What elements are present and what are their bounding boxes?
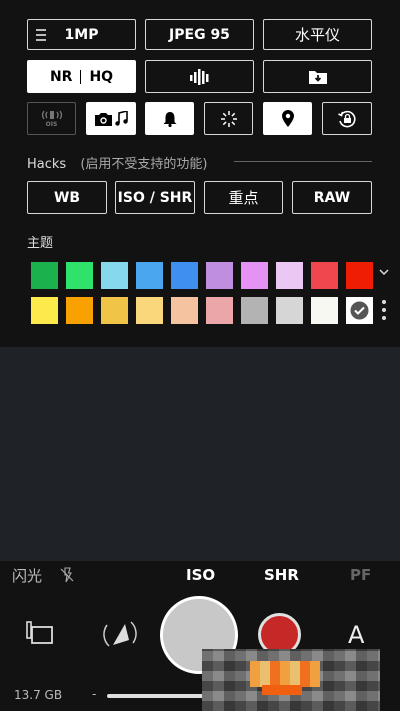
sunburst-icon xyxy=(220,110,238,128)
raw-label: RAW xyxy=(313,189,351,206)
theme-swatch[interactable] xyxy=(136,297,163,324)
check-icon xyxy=(350,301,369,320)
switch-camera-icon[interactable] xyxy=(99,613,141,655)
hacks-divider xyxy=(234,161,372,162)
nr-label: NR xyxy=(49,68,73,85)
viewfinder[interactable] xyxy=(0,347,400,561)
theme-swatch-selected[interactable] xyxy=(346,297,373,324)
jpeg-quality-button[interactable]: JPEG 95 xyxy=(145,19,254,50)
level-label: 水平仪 xyxy=(294,26,340,44)
flash-off-icon[interactable] xyxy=(60,567,74,583)
zoom-slider[interactable] xyxy=(107,694,207,698)
theme-swatch[interactable] xyxy=(31,262,58,289)
theme-swatch[interactable] xyxy=(136,262,163,289)
theme-swatch[interactable] xyxy=(171,297,198,324)
save-location-button[interactable] xyxy=(263,60,372,93)
ois-shake-icon xyxy=(40,109,64,121)
timer-button[interactable] xyxy=(204,102,253,135)
bell-icon xyxy=(163,111,177,127)
settings-panel: 1MP JPEG 95 水平仪 NR HQ OIS Hacks (启用不受支持的… xyxy=(0,0,400,347)
hq-label: HQ xyxy=(89,68,114,85)
rotation-lock-icon xyxy=(337,109,357,129)
photo-with-sound-button[interactable] xyxy=(86,102,136,135)
hacks-subtitle: (启用不受支持的功能) xyxy=(80,157,208,172)
zoom-dash: - xyxy=(92,687,97,701)
nr-hq-divider xyxy=(80,69,82,84)
resolution-button[interactable]: 1MP xyxy=(27,19,136,50)
wb-label: WB xyxy=(53,189,81,206)
theme-swatch[interactable] xyxy=(101,262,128,289)
pf-control[interactable]: PF xyxy=(350,566,371,584)
camera-music-icon xyxy=(94,110,128,127)
location-pin-icon xyxy=(281,110,294,127)
download-folder-icon xyxy=(308,69,327,84)
theme-swatch[interactable] xyxy=(31,297,58,324)
chevron-down-icon[interactable] xyxy=(379,269,389,276)
theme-swatch[interactable] xyxy=(241,262,268,289)
resolution-label: 1MP xyxy=(64,26,99,43)
focus-label: 重点 xyxy=(228,189,259,207)
obscured-region xyxy=(202,649,380,711)
more-vert-icon[interactable] xyxy=(381,299,387,321)
rotation-lock-button[interactable] xyxy=(322,102,372,135)
audio-levels-button[interactable] xyxy=(145,60,254,93)
resolution-icon xyxy=(36,28,46,42)
iso-shr-hack-button[interactable]: ISO / SHR xyxy=(115,181,195,214)
nr-hq-button[interactable]: NR HQ xyxy=(27,60,136,93)
ois-label: OIS xyxy=(45,121,58,128)
focus-hack-button[interactable]: 重点 xyxy=(204,181,283,214)
gallery-icon[interactable] xyxy=(26,621,54,645)
wb-hack-button[interactable]: WB xyxy=(27,181,107,214)
theme-swatch[interactable] xyxy=(171,262,198,289)
shutter-sound-button[interactable] xyxy=(145,102,194,135)
iso-control[interactable]: ISO xyxy=(186,566,215,584)
iso-shr-label: ISO / SHR xyxy=(117,189,193,206)
mode-auto-button[interactable]: A xyxy=(348,621,364,649)
theme-swatch[interactable] xyxy=(311,262,338,289)
theme-swatch[interactable] xyxy=(206,262,233,289)
bottom-control-bar: 闪光 ISO SHR PF A 13.7 GB - xyxy=(0,561,400,711)
theme-swatch[interactable] xyxy=(276,297,303,324)
theme-swatch[interactable] xyxy=(66,297,93,324)
level-button[interactable]: 水平仪 xyxy=(263,19,372,50)
theme-swatch[interactable] xyxy=(66,262,93,289)
jpeg-quality-label: JPEG 95 xyxy=(169,26,230,43)
theme-swatch[interactable] xyxy=(346,262,373,289)
location-button[interactable] xyxy=(263,102,312,135)
storage-remaining: 13.7 GB xyxy=(14,688,63,702)
theme-swatch[interactable] xyxy=(206,297,233,324)
ois-button[interactable]: OIS xyxy=(27,102,76,135)
theme-swatch[interactable] xyxy=(311,297,338,324)
theme-swatch[interactable] xyxy=(276,262,303,289)
theme-swatch[interactable] xyxy=(241,297,268,324)
hacks-heading: Hacks (启用不受支持的功能) xyxy=(27,153,208,172)
shr-control[interactable]: SHR xyxy=(264,566,299,584)
hacks-title: Hacks xyxy=(27,157,67,172)
flash-label[interactable]: 闪光 xyxy=(12,565,42,586)
theme-heading: 主题 xyxy=(27,236,54,251)
theme-swatch[interactable] xyxy=(101,297,128,324)
raw-hack-button[interactable]: RAW xyxy=(292,181,372,214)
waveform-icon xyxy=(189,68,210,86)
